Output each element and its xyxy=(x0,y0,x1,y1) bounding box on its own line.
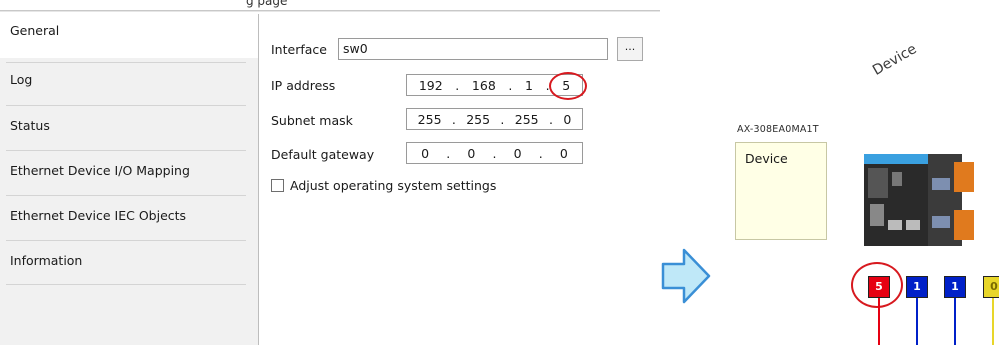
device-model-label: AX-308EA0MA1T xyxy=(737,124,819,135)
gateway-octet: 0 xyxy=(467,145,476,161)
adjust-os-settings-checkbox[interactable] xyxy=(271,179,284,192)
ip-address-label: IP address xyxy=(271,78,336,93)
device-heading: Device xyxy=(870,41,920,79)
gateway-separator: . xyxy=(446,145,451,161)
port-badge: 1 xyxy=(906,276,928,298)
top-divider-shadow xyxy=(0,11,660,12)
tab-io-label: Ethernet Device I/O Mapping xyxy=(10,163,190,178)
wire-yellow xyxy=(992,298,994,345)
ip-separator: . xyxy=(508,77,513,93)
gateway-separator: . xyxy=(492,145,497,161)
gateway-octet: 0 xyxy=(559,145,568,161)
interface-label: Interface xyxy=(271,42,327,57)
wire-blue xyxy=(916,298,918,345)
tab-divider xyxy=(6,195,246,196)
default-gateway-label: Default gateway xyxy=(271,147,375,162)
default-gateway-field[interactable]: 0. 0. 0. 0 xyxy=(406,142,583,164)
interface-field[interactable]: sw0 xyxy=(338,38,608,60)
ip-octet: 192 xyxy=(418,77,443,93)
port-badge: 0 xyxy=(983,276,999,298)
wire-blue xyxy=(954,298,956,345)
tab-log-label: Log xyxy=(10,72,33,87)
subnet-separator: . xyxy=(451,111,456,127)
port-badge: 1 xyxy=(944,276,966,298)
subnet-octet: 255 xyxy=(514,111,539,127)
tab-info-label: Information xyxy=(10,253,83,268)
adjust-os-settings-label[interactable]: Adjust operating system settings xyxy=(290,178,496,193)
ip-octet: 1 xyxy=(525,77,533,93)
gateway-octet: 0 xyxy=(421,145,430,161)
tab-panel xyxy=(0,14,259,345)
tab-iec-label: Ethernet Device IEC Objects xyxy=(10,208,187,223)
tab-divider xyxy=(6,240,246,241)
subnet-mask-label: Subnet mask xyxy=(271,113,353,128)
browse-button-label: ... xyxy=(624,40,636,53)
tab-divider xyxy=(6,150,246,151)
subnet-octet: 255 xyxy=(417,111,442,127)
subnet-octet: 255 xyxy=(466,111,491,127)
subnet-separator: . xyxy=(500,111,505,127)
tab-divider xyxy=(6,62,246,63)
window-top-strip: g page xyxy=(0,0,660,12)
tab-general-label: General xyxy=(10,23,60,38)
tab-divider xyxy=(6,284,246,285)
gateway-octet: 0 xyxy=(513,145,522,161)
tab-status-label: Status xyxy=(10,118,50,133)
subnet-separator: . xyxy=(548,111,553,127)
device-node-label: Device xyxy=(745,151,788,166)
device-node-box[interactable]: Device xyxy=(735,142,827,240)
arrow-right-icon xyxy=(661,248,711,304)
tab-general[interactable]: General xyxy=(0,14,258,58)
browse-button[interactable]: ... xyxy=(617,37,643,61)
subnet-mask-field[interactable]: 255. 255. 255. 0 xyxy=(406,108,583,130)
ip-highlight-circle xyxy=(549,72,587,100)
port-highlight-circle xyxy=(851,262,903,308)
tab-divider xyxy=(6,105,246,106)
ip-octet: 168 xyxy=(471,77,496,93)
wire-red xyxy=(878,298,880,345)
subnet-octet: 0 xyxy=(563,111,572,127)
ip-separator: . xyxy=(455,77,460,93)
plc-device-image xyxy=(864,154,974,246)
interface-value: sw0 xyxy=(343,41,368,56)
header-fragment: g page xyxy=(246,0,288,8)
gateway-separator: . xyxy=(538,145,543,161)
